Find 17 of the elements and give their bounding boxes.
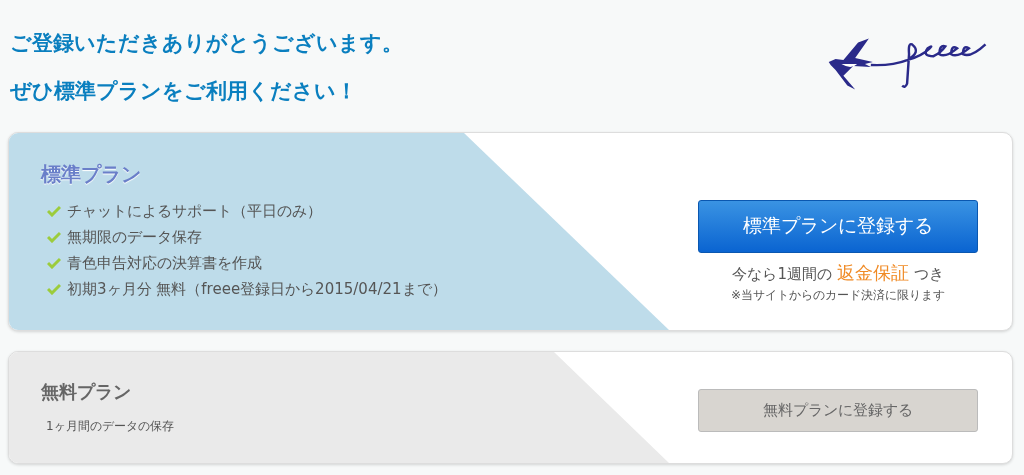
offer-text: 今なら1週間の 返金保証 つき bbox=[732, 260, 944, 285]
check-icon bbox=[47, 205, 61, 217]
check-icon bbox=[47, 231, 61, 243]
feature-text: 初期3ヶ月分 無料（freee登録日から2015/04/21まで） bbox=[67, 279, 447, 300]
check-icon bbox=[47, 283, 61, 295]
check-icon bbox=[47, 257, 61, 269]
feature-text: チャットによるサポート（平日のみ） bbox=[67, 201, 322, 222]
feature-text: 青色申告対応の決算書を作成 bbox=[67, 253, 262, 274]
plan-description: 1ヶ月間のデータの保存 bbox=[46, 418, 174, 435]
disclaimer-text: ※当サイトからのカード決済に限ります bbox=[730, 286, 946, 304]
heading-text: ぜひ標準プランをご利用ください！ bbox=[10, 78, 358, 104]
plan-title: 無料プラン bbox=[41, 380, 132, 404]
heading-text: ご登録いただきありがとうございます。 bbox=[10, 30, 403, 56]
register-button[interactable]: 標準プランに登録する bbox=[698, 199, 978, 253]
feature-text: 無期限のデータ保存 bbox=[67, 227, 202, 248]
plan-title: 標準プラン bbox=[41, 161, 142, 188]
register-button[interactable]: 無料プランに登録する bbox=[698, 389, 978, 432]
